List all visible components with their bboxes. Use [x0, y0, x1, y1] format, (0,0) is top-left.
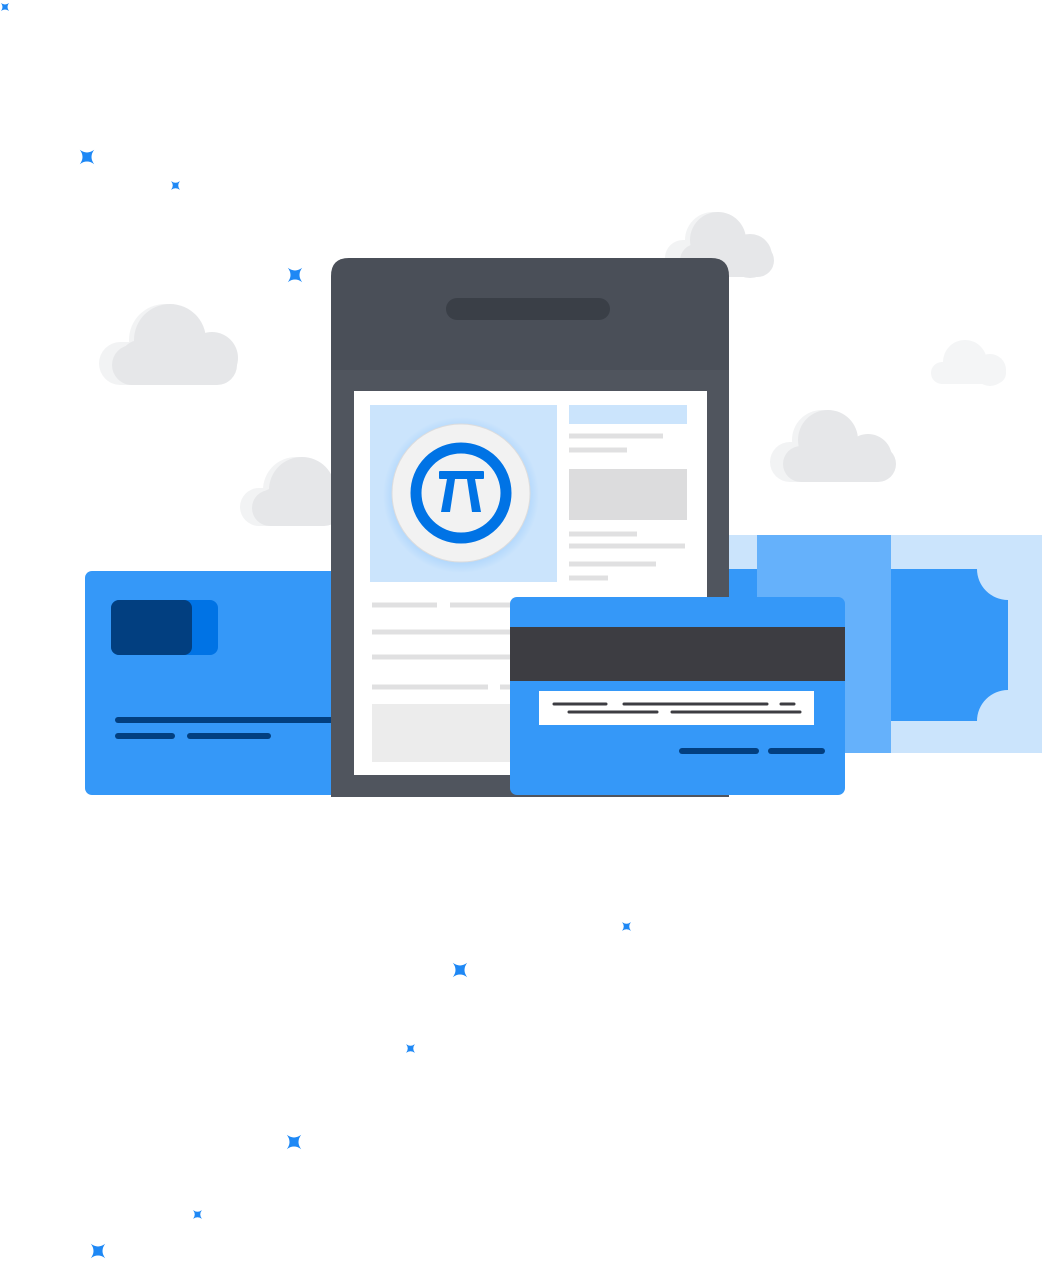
sparkle-icon [622, 922, 631, 931]
payment-illustration [0, 0, 1042, 1262]
sparkle-icon [171, 181, 180, 190]
sparkle-icon [287, 267, 303, 283]
cloud-icon [931, 340, 1006, 386]
pi-icon [383, 417, 539, 573]
credit-card-back [510, 597, 845, 795]
sparkle-icon [452, 962, 468, 978]
magnetic-stripe [510, 627, 845, 681]
signature-strip [539, 691, 814, 725]
sparkle-icon [193, 1210, 202, 1219]
sparkle-icon [406, 1044, 415, 1053]
sparkle-icon [79, 149, 95, 165]
cloud-icon [99, 304, 238, 385]
device-speaker [446, 298, 610, 320]
sparkle-icon [90, 1243, 106, 1259]
cloud-icon [770, 410, 896, 482]
sparkle-icon [1, 3, 9, 11]
sparkle-icon [286, 1134, 302, 1150]
illustration-canvas [1, 3, 1042, 1259]
cloud-icon [240, 457, 342, 526]
